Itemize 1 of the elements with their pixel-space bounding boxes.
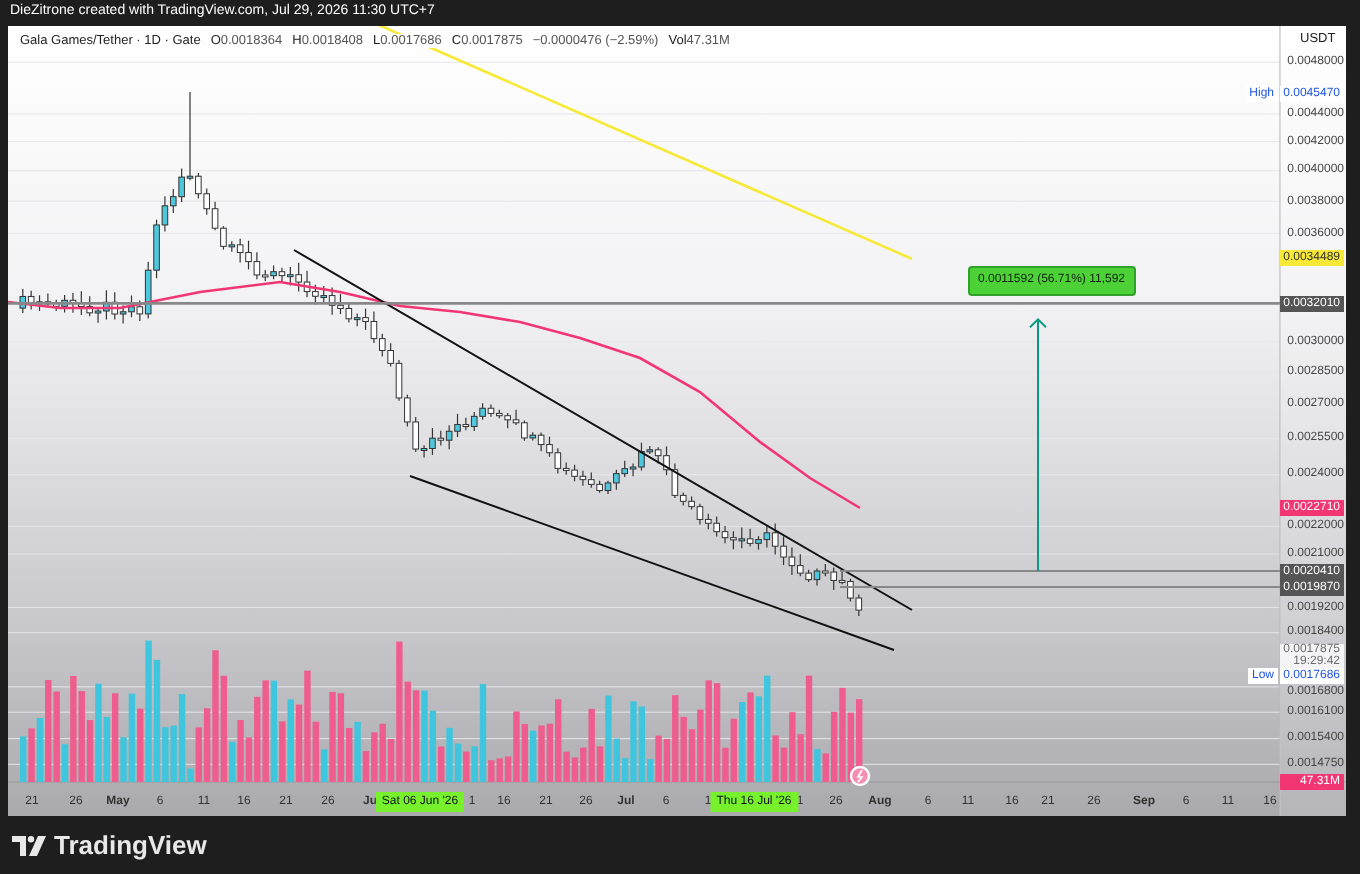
brand-name: TradingView: [54, 830, 207, 860]
